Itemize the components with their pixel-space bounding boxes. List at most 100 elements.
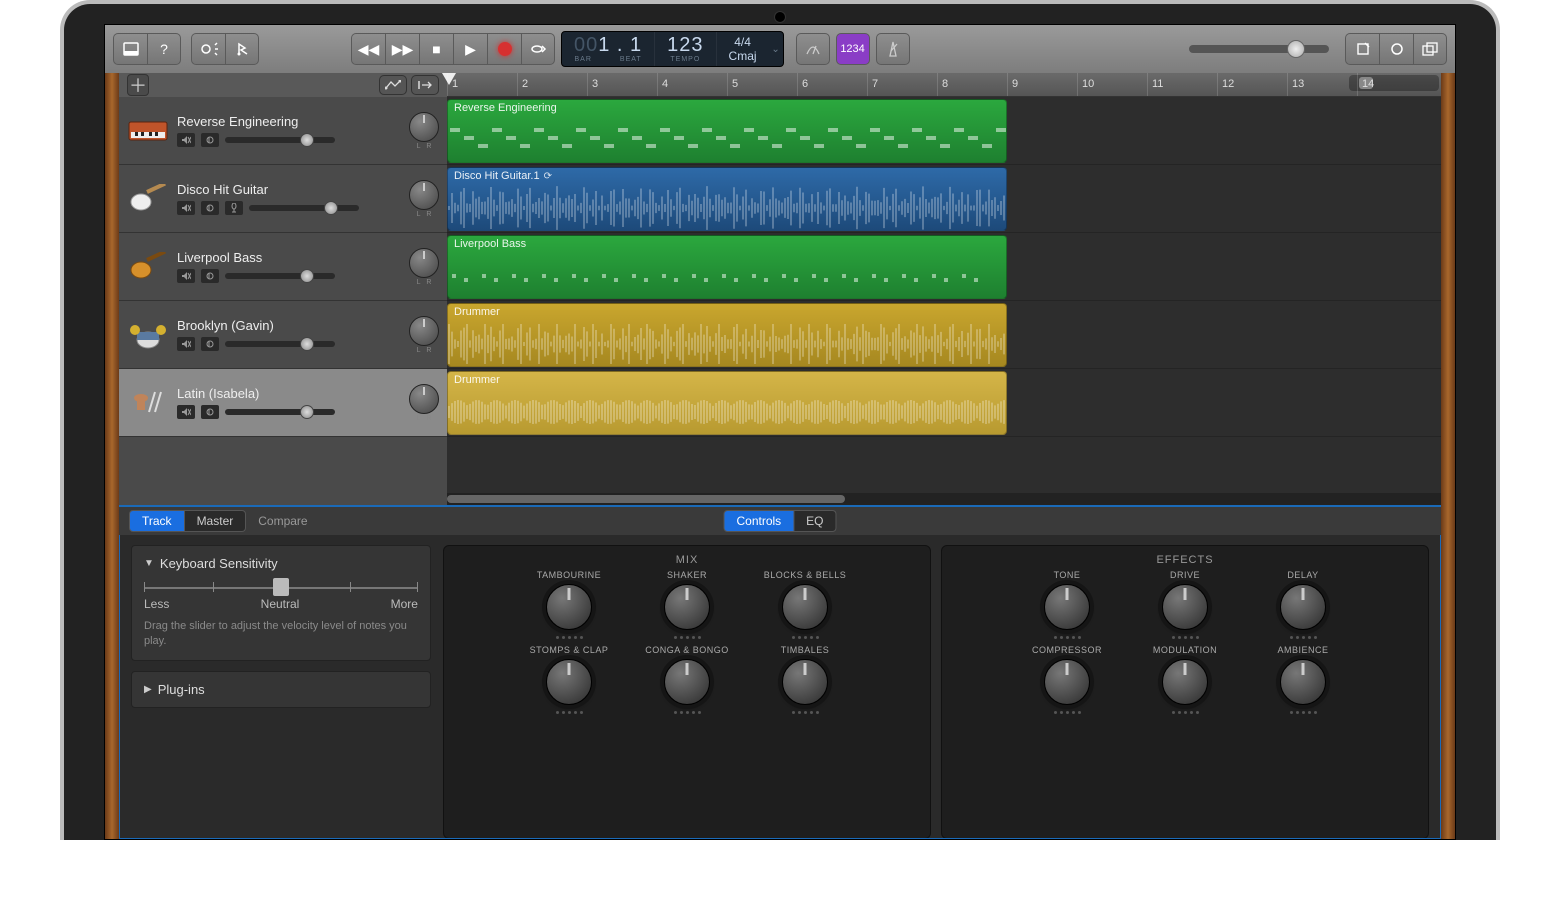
- track-volume-slider[interactable]: [225, 409, 335, 415]
- track-header[interactable]: Reverse Engineering L R: [119, 97, 447, 165]
- notepad-button[interactable]: [1345, 33, 1379, 65]
- track-volume-slider[interactable]: [225, 341, 335, 347]
- track-header[interactable]: Latin (Isabela) L R: [119, 369, 447, 437]
- region[interactable]: Drummer: [447, 371, 1007, 435]
- knob-label: DRIVE: [1170, 570, 1200, 580]
- lcd-bar: 1: [598, 34, 610, 56]
- solo-button[interactable]: [201, 405, 219, 419]
- region[interactable]: Liverpool Bass: [447, 235, 1007, 299]
- region-label: Reverse Engineering: [454, 102, 557, 114]
- solo-button[interactable]: [201, 337, 219, 351]
- mute-button[interactable]: [177, 201, 195, 215]
- solo-button[interactable]: [201, 133, 219, 147]
- tab-master[interactable]: Master: [185, 510, 247, 532]
- pan-knob[interactable]: [409, 384, 439, 414]
- smart-knob[interactable]: [1162, 659, 1208, 705]
- ruler-tick: 12: [1217, 73, 1234, 96]
- track-header-list: Reverse Engineering L R Disco Hit Guitar: [119, 97, 447, 505]
- knob-scale-icon: [1290, 636, 1317, 639]
- media-browser-button[interactable]: [1413, 33, 1447, 65]
- effects-group-title: EFFECTS: [956, 554, 1414, 566]
- knob-scale-icon: [1054, 636, 1081, 639]
- knob-scale-icon: [556, 636, 583, 639]
- master-volume-slider[interactable]: [1189, 45, 1329, 53]
- input-monitor-button[interactable]: [225, 201, 243, 215]
- solo-button[interactable]: [201, 201, 219, 215]
- quick-help-button[interactable]: ?: [147, 33, 181, 65]
- play-button[interactable]: ▶: [453, 33, 487, 65]
- lcd-dropdown-icon[interactable]: ⌄: [769, 32, 783, 66]
- arrange-area[interactable]: Reverse Engineering Disco Hit Guitar.1⟳ …: [447, 97, 1441, 505]
- track-header[interactable]: Brooklyn (Gavin) L R: [119, 301, 447, 369]
- pan-knob[interactable]: [409, 248, 439, 278]
- track-name-label: Latin (Isabela): [177, 386, 401, 401]
- smart-knob[interactable]: [1044, 584, 1090, 630]
- plugins-section[interactable]: ▶Plug-ins: [131, 671, 431, 708]
- library-button[interactable]: [113, 33, 147, 65]
- pan-knob[interactable]: [409, 180, 439, 210]
- region[interactable]: Reverse Engineering: [447, 99, 1007, 163]
- lcd-display[interactable]: 001 . 1 BARBEAT 123 TEMPO 4/4 Cmaj ⌄: [561, 31, 784, 67]
- catch-playhead-button[interactable]: [411, 75, 439, 95]
- lcd-timesig[interactable]: 4/4: [734, 35, 751, 49]
- track-volume-slider[interactable]: [225, 273, 335, 279]
- smart-knob[interactable]: [1280, 584, 1326, 630]
- cycle-button[interactable]: [521, 33, 555, 65]
- ruler-tick: 1: [447, 73, 458, 96]
- smart-knob[interactable]: [782, 659, 828, 705]
- pan-knob[interactable]: [409, 112, 439, 142]
- region[interactable]: Drummer: [447, 303, 1007, 367]
- solo-button[interactable]: [201, 269, 219, 283]
- smart-knob[interactable]: [1044, 659, 1090, 705]
- track-volume-slider[interactable]: [249, 205, 359, 211]
- track-instrument-icon: [127, 314, 169, 356]
- sensitivity-slider[interactable]: [144, 585, 418, 591]
- mute-button[interactable]: [177, 269, 195, 283]
- disclosure-down-icon[interactable]: ▼: [144, 558, 154, 569]
- smart-knob[interactable]: [782, 584, 828, 630]
- track-volume-slider[interactable]: [225, 137, 335, 143]
- editors-button[interactable]: [225, 33, 259, 65]
- compare-button[interactable]: Compare: [258, 514, 307, 528]
- lcd-tempo[interactable]: 123: [667, 35, 703, 55]
- horizontal-scrollbar[interactable]: [447, 493, 1441, 505]
- region[interactable]: Disco Hit Guitar.1⟳: [447, 167, 1007, 231]
- disclosure-right-icon[interactable]: ▶: [144, 684, 152, 695]
- mute-button[interactable]: [177, 337, 195, 351]
- smart-knob[interactable]: [1162, 584, 1208, 630]
- tab-eq[interactable]: EQ: [794, 510, 836, 532]
- stop-button[interactable]: ■: [419, 33, 453, 65]
- tuner-button[interactable]: [796, 33, 830, 65]
- automation-button[interactable]: [379, 75, 407, 95]
- smart-knob[interactable]: [664, 584, 710, 630]
- knob-scale-icon: [792, 636, 819, 639]
- track-instrument-icon: [127, 382, 169, 424]
- smart-controls-button[interactable]: [191, 33, 225, 65]
- count-in-button[interactable]: 1234: [836, 33, 870, 65]
- lcd-bar-pad: 00: [574, 34, 598, 56]
- add-track-button[interactable]: ＋: [127, 74, 149, 96]
- sens-label-more: More: [391, 597, 418, 611]
- smart-knob[interactable]: [1280, 659, 1326, 705]
- knob-scale-icon: [674, 711, 701, 714]
- rewind-button[interactable]: ◀◀: [351, 33, 385, 65]
- loop-browser-button[interactable]: [1379, 33, 1413, 65]
- smart-knob[interactable]: [546, 584, 592, 630]
- bar-ruler[interactable]: 1234567891011121314: [447, 73, 1441, 97]
- metronome-button[interactable]: [876, 33, 910, 65]
- smart-knob[interactable]: [664, 659, 710, 705]
- knob-label: BLOCKS & BELLS: [764, 570, 847, 580]
- lcd-key[interactable]: Cmaj: [729, 49, 757, 63]
- record-button[interactable]: [487, 33, 521, 65]
- mute-button[interactable]: [177, 133, 195, 147]
- mute-button[interactable]: [177, 405, 195, 419]
- forward-button[interactable]: ▶▶: [385, 33, 419, 65]
- tab-track[interactable]: Track: [129, 510, 185, 532]
- track-header[interactable]: Liverpool Bass L R: [119, 233, 447, 301]
- track-header[interactable]: Disco Hit Guitar L R: [119, 165, 447, 233]
- track-instrument-icon: [127, 110, 169, 152]
- pan-knob[interactable]: [409, 316, 439, 346]
- ruler-tick: 10: [1077, 73, 1094, 96]
- tab-controls[interactable]: Controls: [723, 510, 794, 532]
- smart-knob[interactable]: [546, 659, 592, 705]
